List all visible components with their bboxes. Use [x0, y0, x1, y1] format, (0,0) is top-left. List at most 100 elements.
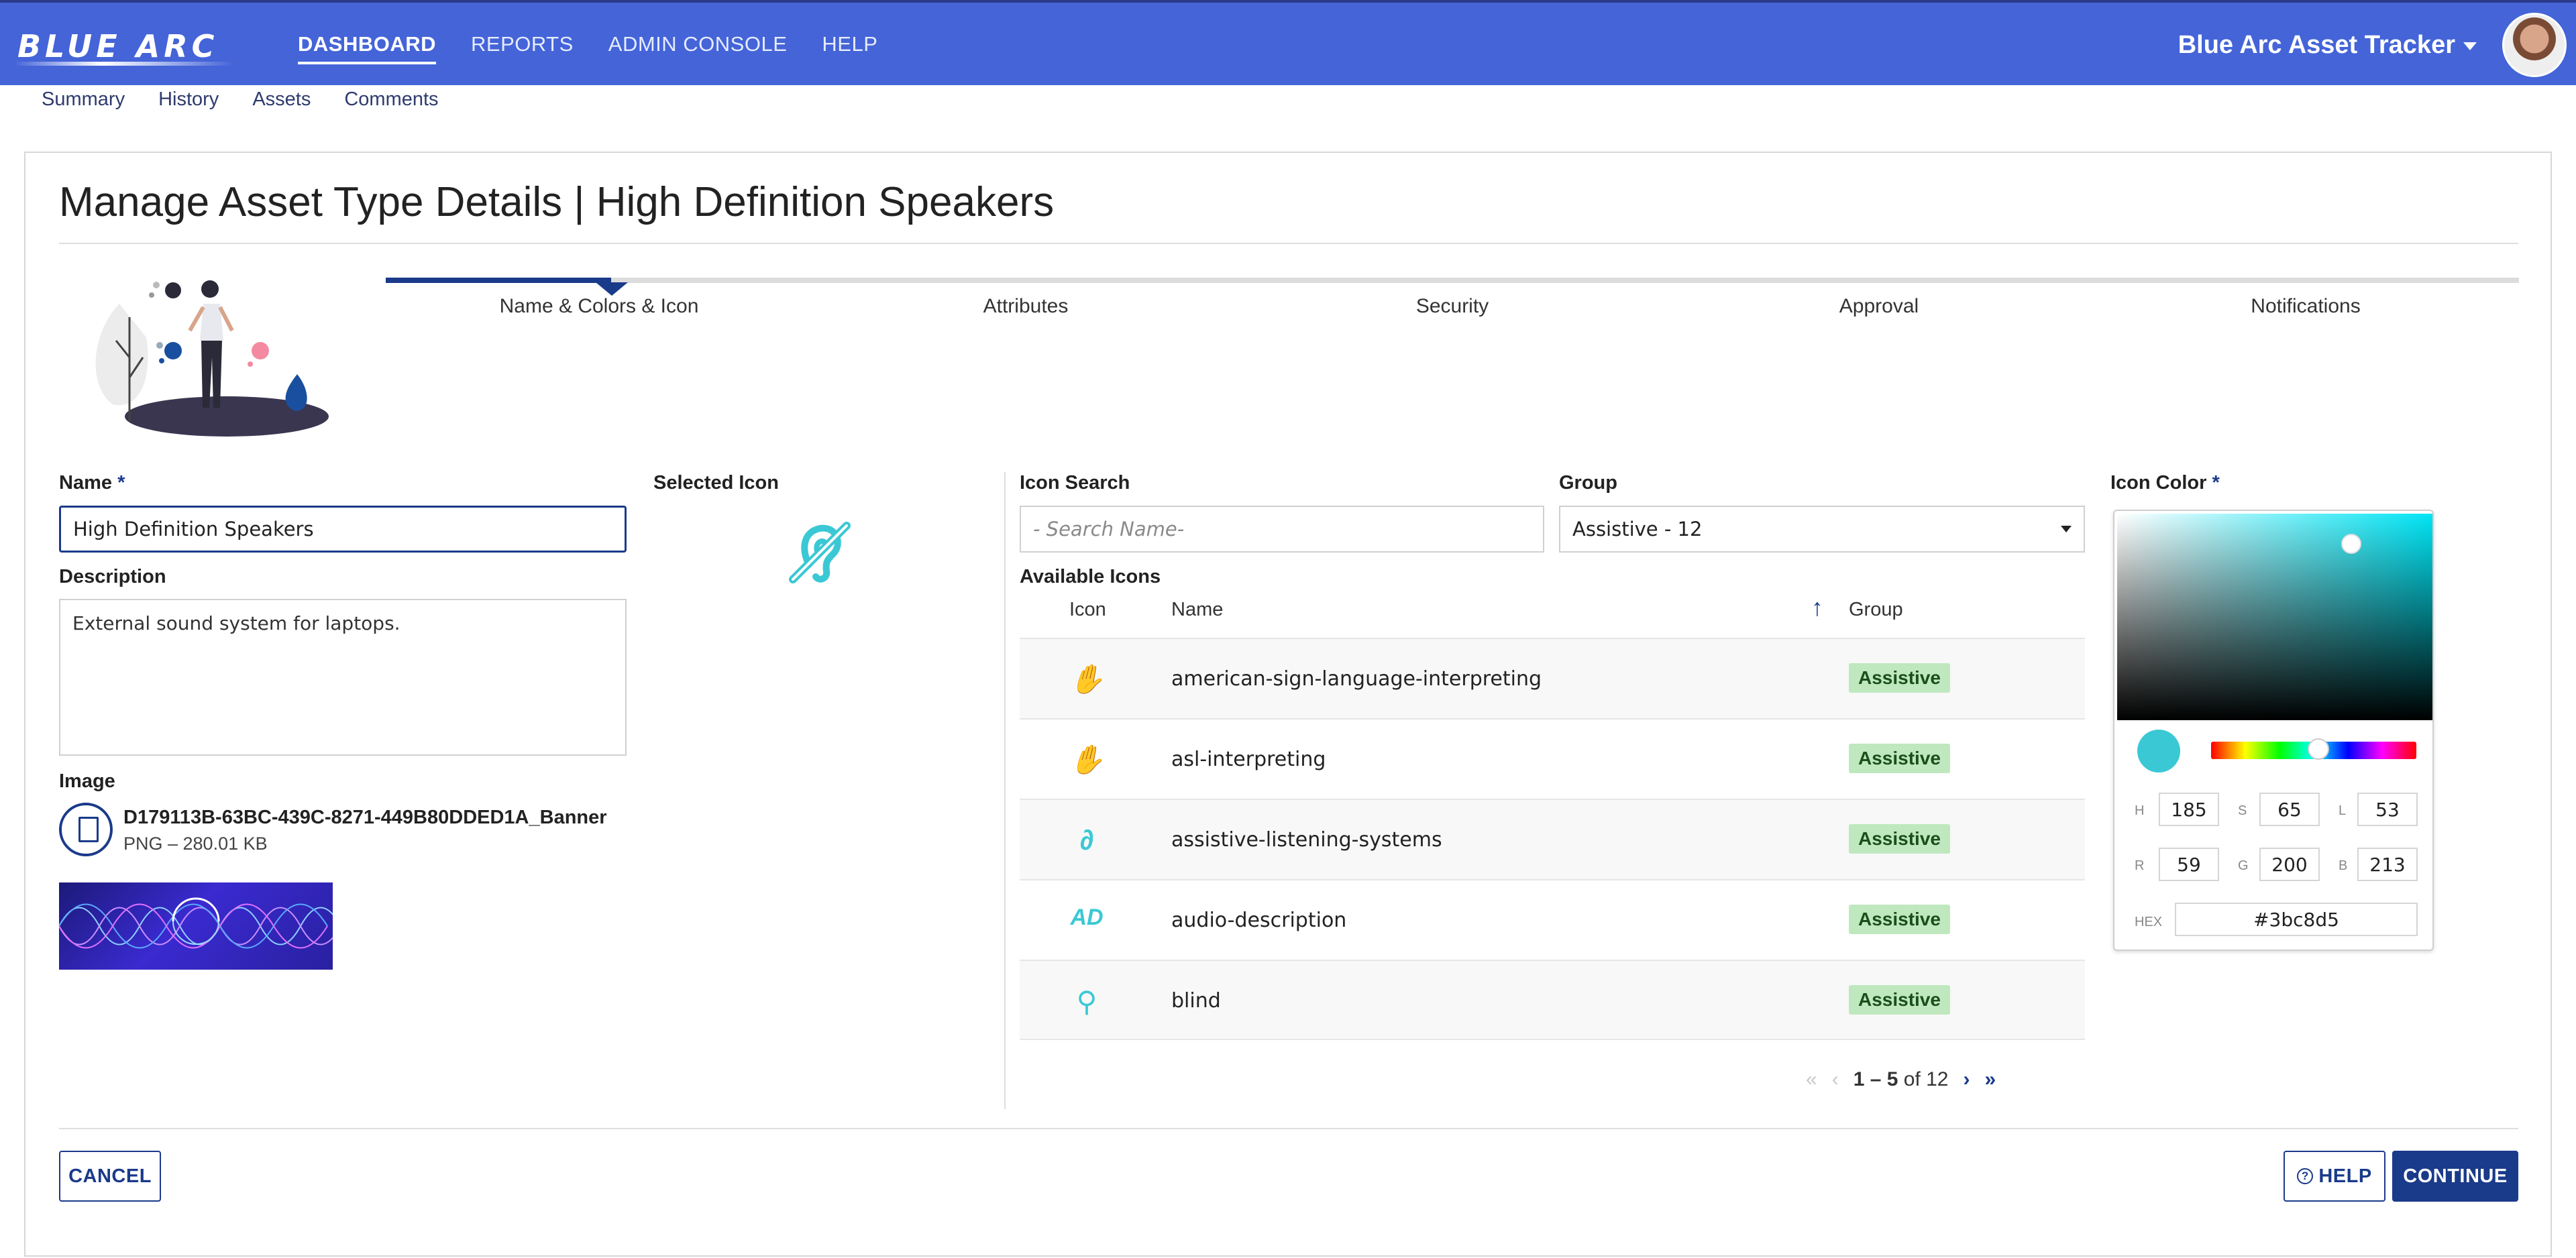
- assistive-listening-icon: [789, 522, 851, 583]
- step-notifications[interactable]: Notifications: [2092, 295, 2519, 318]
- page-title: Manage Asset Type Details | High Definit…: [59, 179, 1055, 225]
- saturation-value-area[interactable]: [2117, 514, 2432, 720]
- steps-progress: [386, 278, 611, 283]
- step-name-colors-icon[interactable]: Name & Colors & Icon: [386, 295, 812, 318]
- subnav-assets[interactable]: Assets: [252, 89, 311, 111]
- title-divider: [59, 243, 2518, 244]
- active-step-pointer: [596, 282, 628, 296]
- nav-help[interactable]: HELP: [822, 32, 877, 64]
- image-label: Image: [59, 770, 115, 792]
- top-bar: BLUE ARC DASHBOARD REPORTS ADMIN CONSOLE…: [0, 0, 2576, 85]
- lightness-field[interactable]: 53: [2357, 793, 2418, 826]
- pager-total: of 12: [1903, 1068, 1949, 1090]
- group-label: Group: [1559, 472, 1617, 494]
- l-label: L: [2339, 803, 2347, 818]
- blind-person-icon: ⚲: [1076, 986, 1097, 1017]
- g-label: G: [2238, 858, 2249, 873]
- description-value: External sound system for laptops.: [72, 612, 400, 634]
- hex-label: HEX: [2135, 915, 2163, 929]
- next-page-icon[interactable]: ›: [1964, 1068, 1970, 1091]
- nav-admin-console[interactable]: ADMIN CONSOLE: [608, 32, 788, 64]
- column-header-group[interactable]: Group: [1849, 599, 1903, 621]
- sub-nav: Summary History Assets Comments: [42, 89, 439, 111]
- icon-name: audio-description: [1171, 909, 1347, 932]
- file-name[interactable]: D179113B-63BC-439C-8271-449B80DDED1A_Ban…: [123, 807, 607, 829]
- hex-field[interactable]: #3bc8d5: [2175, 903, 2418, 936]
- step-security[interactable]: Security: [1239, 295, 1666, 318]
- r-label: R: [2135, 858, 2145, 873]
- saturation-handle[interactable]: [2341, 534, 2361, 554]
- table-row[interactable]: ⚲ blind Assistive: [1020, 960, 2085, 1040]
- step-attributes[interactable]: Attributes: [812, 295, 1239, 318]
- color-picker: H 185 S 65 L 53 R 59 G 200 B 213 HEX #3b…: [2113, 510, 2434, 951]
- s-label: S: [2238, 803, 2247, 818]
- saturation-field[interactable]: 65: [2259, 793, 2320, 826]
- description-textarea[interactable]: External sound system for laptops.: [59, 599, 627, 756]
- subnav-summary[interactable]: Summary: [42, 89, 125, 111]
- soundwave-banner-icon: [59, 897, 333, 949]
- continue-button[interactable]: CONTINUE: [2392, 1151, 2518, 1202]
- group-badge: Assistive: [1849, 744, 1950, 773]
- banner-image-preview[interactable]: [59, 882, 333, 970]
- group-select[interactable]: Assistive - 12: [1559, 506, 2085, 553]
- logo-swoosh: [13, 62, 235, 66]
- icon-name: asl-interpreting: [1171, 748, 1326, 771]
- prev-page-icon[interactable]: ‹: [1832, 1068, 1839, 1091]
- cancel-button[interactable]: CANCEL: [59, 1151, 161, 1202]
- group-badge: Assistive: [1849, 985, 1950, 1015]
- main-nav: DASHBOARD REPORTS ADMIN CONSOLE HELP: [298, 32, 877, 64]
- column-header-name[interactable]: Name: [1171, 599, 1223, 621]
- asset-type-card: Manage Asset Type Details | High Definit…: [24, 152, 2552, 1257]
- nav-dashboard[interactable]: DASHBOARD: [298, 32, 436, 64]
- sign-language-icon: ✋: [1069, 663, 1105, 695]
- subnav-history[interactable]: History: [158, 89, 219, 111]
- group-badge: Assistive: [1849, 824, 1950, 854]
- file-meta: PNG – 280.01 KB: [123, 834, 268, 854]
- h-label: H: [2135, 803, 2145, 818]
- step-approval[interactable]: Approval: [1666, 295, 2092, 318]
- icon-color-label: Icon Color *: [2110, 472, 2220, 494]
- table-row[interactable]: ∂ assistive-listening-systems Assistive: [1020, 799, 2085, 879]
- table-row[interactable]: ✋ american-sign-language-interpreting As…: [1020, 638, 2085, 718]
- sort-ascending-icon[interactable]: ↑: [1811, 593, 1823, 622]
- b-label: B: [2339, 858, 2348, 873]
- woman-illustration-icon: [95, 280, 329, 437]
- available-icons-label: Available Icons: [1020, 566, 1161, 587]
- blue-field[interactable]: 213: [2357, 848, 2418, 881]
- group-badge: Assistive: [1849, 663, 1950, 693]
- section-divider: [1004, 472, 1006, 1109]
- help-button[interactable]: ? HELP: [2284, 1151, 2385, 1202]
- icon-name: assistive-listening-systems: [1171, 828, 1442, 852]
- app-switcher[interactable]: Blue Arc Asset Tracker: [2178, 31, 2477, 60]
- group-badge: Assistive: [1849, 905, 1950, 934]
- wizard-steps: Name & Colors & Icon Attributes Security…: [386, 278, 2519, 331]
- required-mark: *: [2212, 472, 2220, 494]
- last-page-icon[interactable]: »: [1985, 1068, 1996, 1091]
- user-avatar[interactable]: [2502, 13, 2567, 77]
- sign-language-icon: ✋: [1069, 744, 1105, 775]
- green-field[interactable]: 200: [2259, 848, 2320, 881]
- required-mark: *: [117, 472, 125, 494]
- hue-field[interactable]: 185: [2159, 793, 2219, 826]
- steps-track: [386, 278, 2519, 283]
- blue-arc-logo[interactable]: BLUE ARC: [17, 28, 218, 64]
- app-title: Blue Arc Asset Tracker: [2178, 31, 2455, 59]
- table-row[interactable]: ✋ asl-interpreting Assistive: [1020, 718, 2085, 799]
- dropdown-arrow-icon: [2061, 526, 2072, 532]
- red-field[interactable]: 59: [2159, 848, 2219, 881]
- icon-name: american-sign-language-interpreting: [1171, 667, 1542, 691]
- nav-reports[interactable]: REPORTS: [471, 32, 574, 64]
- first-page-icon[interactable]: «: [1806, 1068, 1817, 1091]
- name-input[interactable]: High Definition Speakers: [59, 506, 627, 553]
- hue-handle[interactable]: [2308, 738, 2329, 760]
- subnav-comments[interactable]: Comments: [344, 89, 438, 111]
- group-select-value: Assistive - 12: [1572, 518, 1703, 540]
- icon-search-input[interactable]: - Search Name-: [1020, 506, 1544, 553]
- name-input-value: High Definition Speakers: [73, 518, 314, 540]
- table-row[interactable]: AD audio-description Assistive: [1020, 879, 2085, 960]
- footer-divider: [59, 1128, 2518, 1129]
- audio-description-icon: AD: [1070, 905, 1104, 930]
- file-icon[interactable]: [59, 803, 113, 856]
- column-header-icon[interactable]: Icon: [1069, 599, 1106, 621]
- pager: « ‹ 1 – 5 of 12 › »: [1806, 1068, 1996, 1091]
